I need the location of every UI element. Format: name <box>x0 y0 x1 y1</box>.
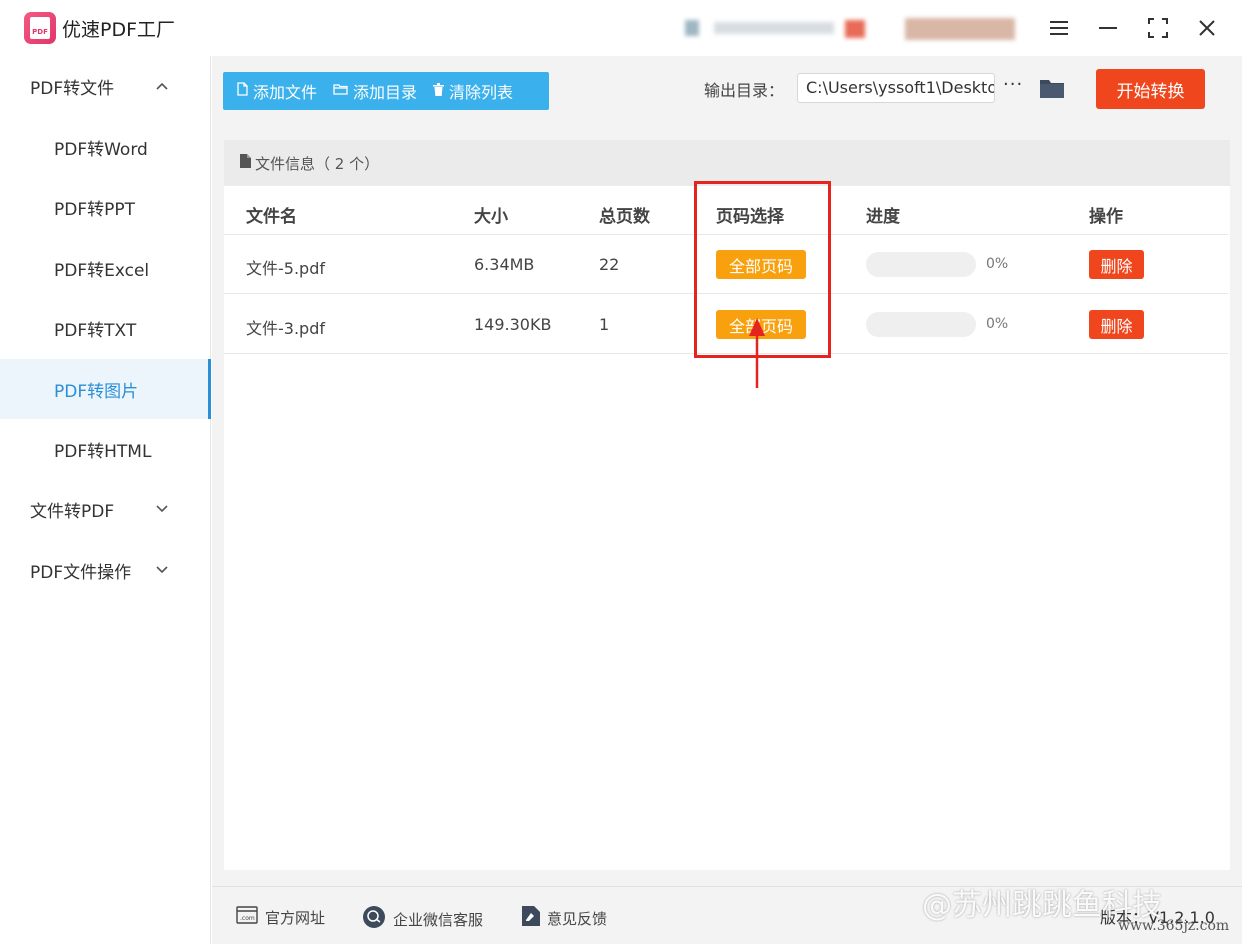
feedback-icon <box>522 906 540 930</box>
maximize-icon[interactable] <box>1140 12 1176 44</box>
column-header-size: 大小 <box>474 207 508 227</box>
progress-bar <box>866 252 976 277</box>
table-row: 文件-3.pdf 149.30KB 1 全部页码 0% 删除 <box>224 295 1228 354</box>
site-watermark: www.365jz.com <box>1118 918 1230 934</box>
progress-percent: 0% <box>986 316 1009 332</box>
progress-bar <box>866 312 976 337</box>
sidebar-item-label: PDF转TXT <box>54 320 137 341</box>
annotation-arrow <box>749 318 765 388</box>
start-convert-button[interactable]: 开始转换 <box>1096 69 1205 109</box>
file-size: 6.34MB <box>474 255 535 274</box>
app-logo-icon: PDF <box>24 12 56 44</box>
add-file-label: 添加文件 <box>253 83 318 102</box>
file-list-panel: 文件信息（ 2 个） 文件名 大小 总页数 页码选择 进度 操作 文件-5.pd… <box>224 140 1230 870</box>
sidebar-item-pdf-to-excel[interactable]: PDF转Excel <box>0 238 211 298</box>
sidebar-item-label: PDF转Word <box>54 139 148 160</box>
website-icon: .com <box>236 906 258 928</box>
column-header-name: 文件名 <box>246 207 297 227</box>
title-bar: PDF 优速PDF工厂 <box>0 0 1242 56</box>
wechat-support-label: 企业微信客服 <box>393 910 484 929</box>
sidebar-item-pdf-to-image[interactable]: PDF转图片 <box>0 359 211 419</box>
main-area: 添加文件 添加目录 清除列表 输出目录： C:\Users\yssoft1\De… <box>212 56 1242 886</box>
progress-percent: 0% <box>986 256 1009 272</box>
trash-icon <box>433 82 445 100</box>
website-label: 官方网址 <box>265 908 326 927</box>
file-size: 149.30KB <box>474 315 552 334</box>
column-header-action: 操作 <box>1089 207 1123 227</box>
file-pages: 22 <box>599 255 620 274</box>
chevron-down-icon <box>156 563 168 578</box>
file-info-title: 文件信息（ 2 个） <box>255 154 380 173</box>
close-icon[interactable] <box>1189 12 1225 44</box>
app-title: 优速PDF工厂 <box>62 19 176 41</box>
table-row: 文件-5.pdf 6.34MB 22 全部页码 0% 删除 <box>224 235 1228 294</box>
chat-icon <box>362 906 386 932</box>
minimize-icon[interactable] <box>1090 12 1126 44</box>
column-header-progress: 进度 <box>866 207 900 227</box>
more-options-button[interactable]: ··· <box>1003 74 1023 95</box>
page-select-button[interactable]: 全部页码 <box>716 250 806 279</box>
file-name: 文件-5.pdf <box>246 259 325 278</box>
clear-list-button[interactable]: 清除列表 <box>423 72 519 110</box>
sidebar-group-pdf-operations[interactable]: PDF文件操作 <box>0 540 211 600</box>
sidebar-group-label: 文件转PDF <box>30 501 115 522</box>
document-icon <box>240 154 251 172</box>
clear-list-label: 清除列表 <box>449 83 514 102</box>
feedback-label: 意见反馈 <box>547 909 608 928</box>
file-info-header: 文件信息（ 2 个） <box>224 140 1230 186</box>
sidebar-item-label: PDF转PPT <box>54 199 136 220</box>
sidebar-item-label: PDF转HTML <box>54 441 152 462</box>
sidebar-item-pdf-to-ppt[interactable]: PDF转PPT <box>0 177 211 237</box>
output-dir-input[interactable]: C:\Users\yssoft1\Deskto <box>797 73 995 103</box>
sidebar-group-label: PDF文件操作 <box>30 562 132 583</box>
delete-button[interactable]: 删除 <box>1089 310 1144 339</box>
column-header-page-select: 页码选择 <box>716 207 784 227</box>
svg-text:.com: .com <box>240 915 255 922</box>
blurred-user-info <box>680 18 880 40</box>
wechat-support-link[interactable]: 企业微信客服 <box>362 906 483 932</box>
sidebar-item-pdf-to-html[interactable]: PDF转HTML <box>0 419 211 479</box>
sidebar-group-pdf-to-file[interactable]: PDF转文件 <box>0 56 211 116</box>
add-folder-button[interactable]: 添加目录 <box>323 72 423 110</box>
website-link[interactable]: .com 官方网址 <box>236 906 325 928</box>
sidebar-group-file-to-pdf[interactable]: 文件转PDF <box>0 479 211 539</box>
menu-icon[interactable] <box>1041 12 1077 44</box>
logo-text: PDF <box>30 17 50 39</box>
file-name: 文件-3.pdf <box>246 319 325 338</box>
folder-outline-icon <box>333 83 348 99</box>
folder-icon[interactable] <box>1040 78 1064 98</box>
toolbar: 添加文件 添加目录 清除列表 输出目录： C:\Users\yssoft1\De… <box>212 56 1242 126</box>
feedback-link[interactable]: 意见反馈 <box>522 906 607 930</box>
chevron-down-icon <box>156 502 168 517</box>
file-button-group: 添加文件 添加目录 清除列表 <box>223 72 549 110</box>
add-file-button[interactable]: 添加文件 <box>223 72 323 110</box>
output-dir-label: 输出目录： <box>704 81 785 100</box>
blurred-account <box>905 18 1015 40</box>
sidebar-item-label: PDF转图片 <box>54 381 139 402</box>
file-pages: 1 <box>599 315 610 334</box>
sidebar-item-label: PDF转Excel <box>54 260 150 281</box>
sidebar-item-pdf-to-word[interactable]: PDF转Word <box>0 117 211 177</box>
add-folder-label: 添加目录 <box>353 83 418 102</box>
chevron-up-icon <box>156 79 168 94</box>
column-header-pages: 总页数 <box>599 207 650 227</box>
file-icon <box>237 82 248 100</box>
sidebar-group-label: PDF转文件 <box>30 78 115 99</box>
delete-button[interactable]: 删除 <box>1089 250 1144 279</box>
sidebar: PDF转文件 PDF转Word PDF转PPT PDF转Excel PDF转TX… <box>0 56 211 944</box>
sidebar-item-pdf-to-txt[interactable]: PDF转TXT <box>0 298 211 358</box>
